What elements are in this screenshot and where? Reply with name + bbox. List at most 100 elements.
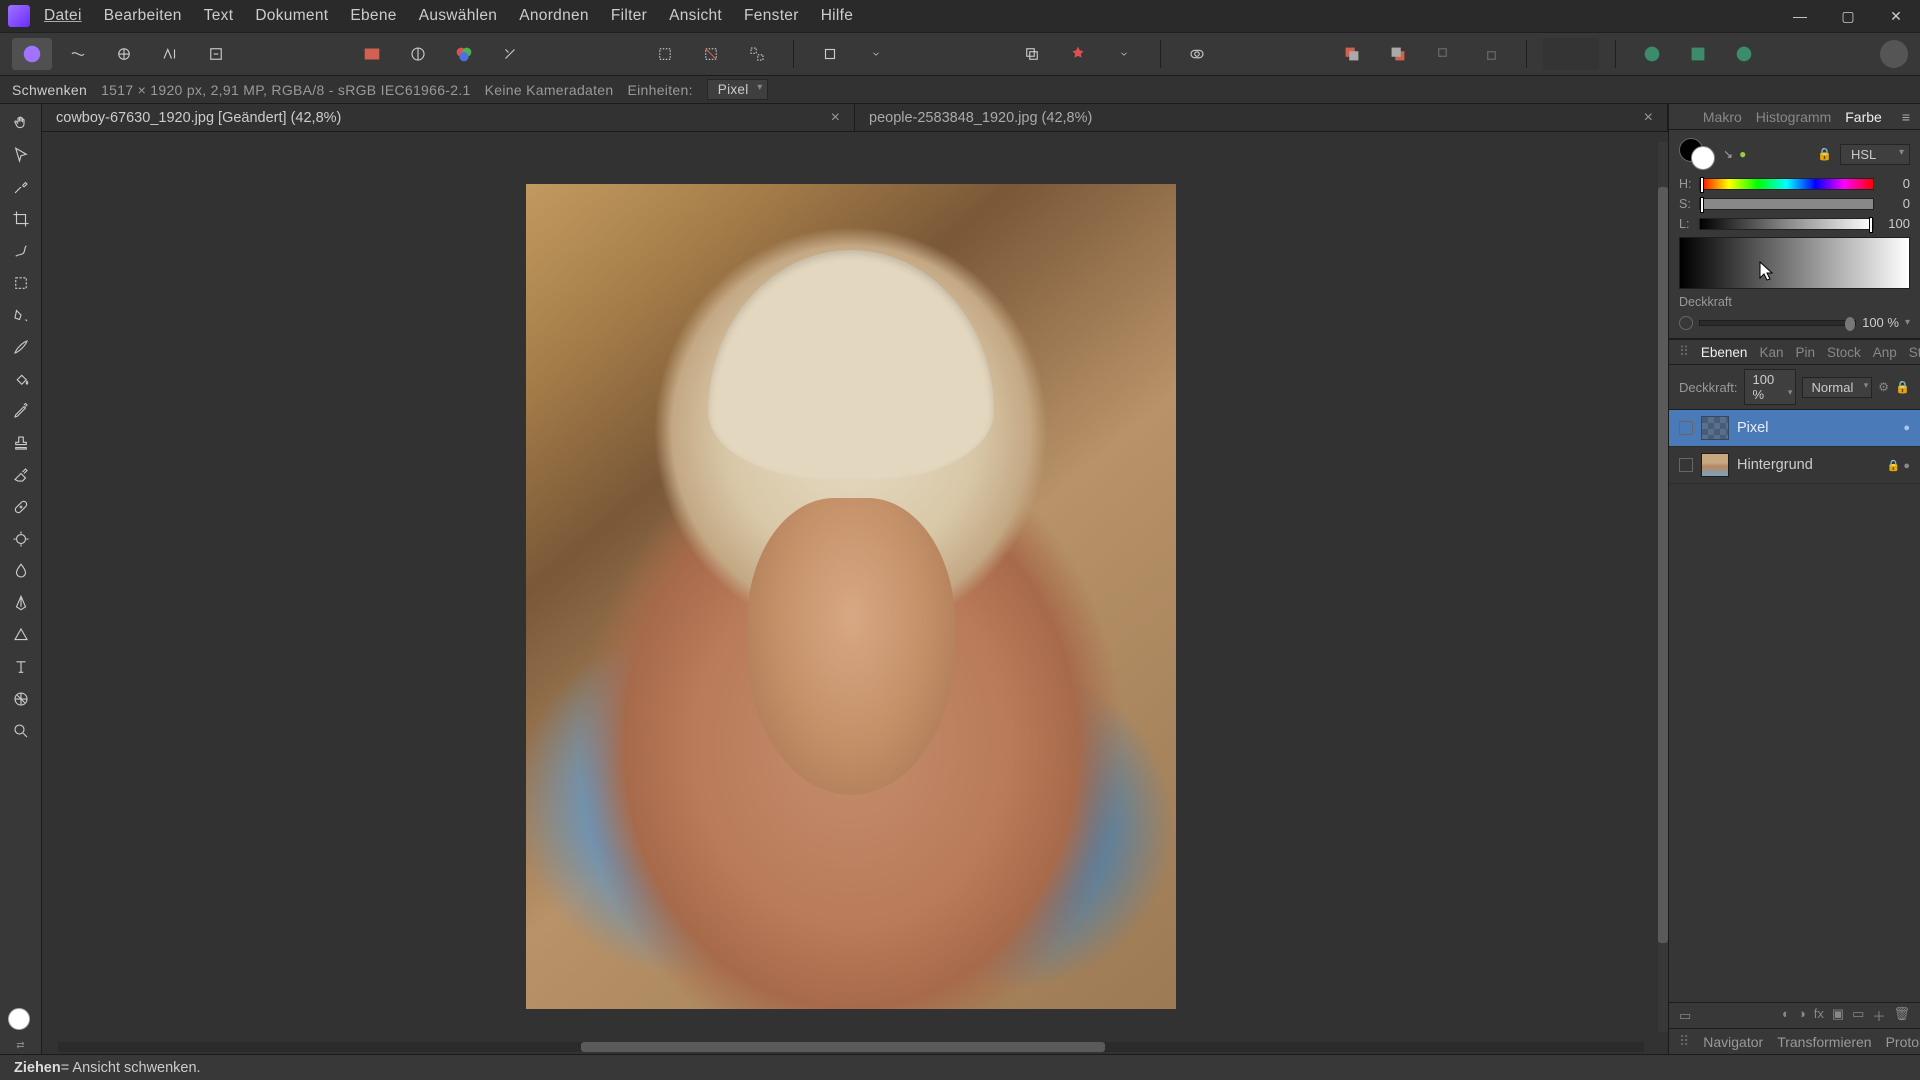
layer-opacity-dropdown[interactable]: 100 %	[1744, 369, 1797, 405]
recent-color-icon[interactable]: ●	[1739, 147, 1746, 161]
crop-button[interactable]	[810, 38, 850, 70]
auto-colors-button[interactable]	[444, 38, 484, 70]
tone-map-persona-button[interactable]	[150, 38, 190, 70]
assistant-dropdown[interactable]	[1104, 38, 1144, 70]
sat-slider[interactable]	[1699, 198, 1874, 210]
drag-handle-icon[interactable]: ⠿	[1679, 344, 1689, 360]
edit-all-layers-icon[interactable]: ▭	[1679, 1008, 1691, 1024]
crop-tool[interactable]	[8, 206, 34, 232]
liquify-persona-button[interactable]	[58, 38, 98, 70]
tab-layers[interactable]: Ebenen	[1701, 345, 1748, 360]
menu-select[interactable]: Auswählen	[419, 7, 498, 25]
noise-toggle-icon[interactable]	[1679, 316, 1693, 330]
eyedropper-icon[interactable]: ↘	[1723, 147, 1733, 161]
close-tab-icon[interactable]: ×	[831, 109, 840, 127]
menu-file[interactable]: Datei	[44, 7, 82, 25]
lig-slider[interactable]	[1699, 218, 1874, 230]
tab-navigator[interactable]: Navigator	[1703, 1034, 1763, 1050]
stack-button[interactable]	[1012, 38, 1052, 70]
tab-protocol[interactable]: Protokoll	[1886, 1034, 1920, 1050]
tab-channels[interactable]: Kan	[1759, 345, 1783, 360]
menu-edit[interactable]: Bearbeiten	[104, 7, 182, 25]
selection-invert-button[interactable]	[691, 38, 731, 70]
menu-layer[interactable]: Ebene	[350, 7, 396, 25]
menu-text[interactable]: Text	[204, 7, 234, 25]
fill-tool[interactable]	[8, 366, 34, 392]
vertical-scrollbar[interactable]	[1658, 142, 1668, 1032]
brush-tool[interactable]	[8, 334, 34, 360]
drag-handle-icon[interactable]: ⠿	[1679, 1033, 1689, 1050]
photo-persona-button[interactable]	[12, 38, 52, 70]
arrange-bwd-button[interactable]	[1470, 38, 1510, 70]
menu-filter[interactable]: Filter	[611, 7, 647, 25]
tab-styles[interactable]: Stile	[1909, 345, 1920, 360]
layer-visibility-icon[interactable]	[1679, 421, 1693, 435]
fx-icon[interactable]: fx	[1814, 1006, 1824, 1025]
tab-stock[interactable]: Stock	[1827, 345, 1861, 360]
units-dropdown[interactable]: Pixel	[707, 79, 768, 100]
layer-fx-icon[interactable]: ⚙	[1878, 380, 1889, 394]
color-swatch-widget[interactable]	[8, 1008, 34, 1034]
fg-bg-swatch[interactable]	[1679, 138, 1715, 170]
close-button[interactable]: ✕	[1880, 4, 1912, 28]
layer-row[interactable]: Hintergrund 🔒 ●	[1669, 447, 1920, 484]
opacity-stepper-icon[interactable]: ▾	[1905, 317, 1910, 328]
insert-target-button[interactable]	[1543, 38, 1599, 70]
menu-view[interactable]: Ansicht	[669, 7, 722, 25]
hue-slider[interactable]	[1699, 178, 1874, 190]
menu-document[interactable]: Dokument	[255, 7, 328, 25]
selection-all-button[interactable]	[737, 38, 777, 70]
tab-color[interactable]: Farbe	[1845, 109, 1882, 125]
stamp-tool[interactable]	[8, 430, 34, 456]
pencil-tool[interactable]	[8, 398, 34, 424]
menu-help[interactable]: Hilfe	[821, 7, 854, 25]
auto-wb-button[interactable]	[490, 38, 530, 70]
document-tab-inactive[interactable]: people-2583848_1920.jpg (42,8%) ×	[855, 104, 1668, 131]
minimize-button[interactable]: —	[1784, 4, 1816, 28]
blur-tool[interactable]	[8, 558, 34, 584]
arrange-front-button[interactable]	[1332, 38, 1372, 70]
tab-transform[interactable]: Transformieren	[1777, 1034, 1871, 1050]
selection-brush-tool[interactable]	[8, 238, 34, 264]
tab-histogram[interactable]: Histogramm	[1756, 109, 1831, 125]
pen-tool[interactable]	[8, 590, 34, 616]
text-tool[interactable]	[8, 654, 34, 680]
mesh-tool[interactable]	[8, 686, 34, 712]
group-icon[interactable]: ▭	[1852, 1006, 1864, 1025]
tab-adjustment[interactable]: Anp	[1873, 345, 1897, 360]
layer-name[interactable]: Hintergrund	[1737, 457, 1879, 473]
menu-arrange[interactable]: Anordnen	[519, 7, 589, 25]
shape-tool[interactable]	[8, 622, 34, 648]
panel-menu-icon[interactable]: ≡	[1902, 109, 1910, 125]
quick-mask-button[interactable]	[1177, 38, 1217, 70]
eraser-tool[interactable]	[8, 462, 34, 488]
layer-lock-indicator-icon[interactable]: 🔒 ●	[1887, 459, 1910, 472]
layer-blend-dropdown[interactable]: Normal	[1802, 377, 1872, 398]
delete-layer-icon[interactable]: 🗑	[1893, 1006, 1910, 1025]
crop-dropdown[interactable]	[856, 38, 896, 70]
snap-button[interactable]	[1632, 38, 1672, 70]
healing-tool[interactable]	[8, 494, 34, 520]
add-layer-icon[interactable]: ＋	[1872, 1006, 1885, 1025]
main-menu[interactable]: Datei Bearbeiten Text Dokument Ebene Aus…	[44, 7, 853, 25]
crop-mask-icon[interactable]: ▣	[1832, 1006, 1844, 1025]
flood-select-tool[interactable]	[8, 302, 34, 328]
layer-lock-icon[interactable]: 🔒	[1895, 380, 1910, 394]
color-mode-dropdown[interactable]: HSL	[1840, 144, 1910, 165]
layer-name[interactable]: Pixel	[1737, 420, 1895, 436]
account-avatar[interactable]	[1880, 40, 1908, 68]
auto-levels-button[interactable]	[352, 38, 392, 70]
canvas-area[interactable]	[42, 132, 1668, 1054]
auto-contrast-button[interactable]	[398, 38, 438, 70]
lightness-preview[interactable]	[1679, 237, 1910, 289]
maximize-button[interactable]: ▢	[1832, 4, 1864, 28]
layer-visibility-icon[interactable]	[1679, 458, 1693, 472]
mask-icon[interactable]: ◐	[1782, 1006, 1790, 1025]
export-persona-button[interactable]	[196, 38, 236, 70]
force-align-button[interactable]	[1678, 38, 1718, 70]
document-tab-active[interactable]: cowboy-67630_1920.jpg [Geändert] (42,8%)…	[42, 104, 855, 131]
arrange-back-button[interactable]	[1378, 38, 1418, 70]
dodge-tool[interactable]	[8, 526, 34, 552]
assistant-button[interactable]	[1058, 38, 1098, 70]
move-tool[interactable]	[8, 142, 34, 168]
